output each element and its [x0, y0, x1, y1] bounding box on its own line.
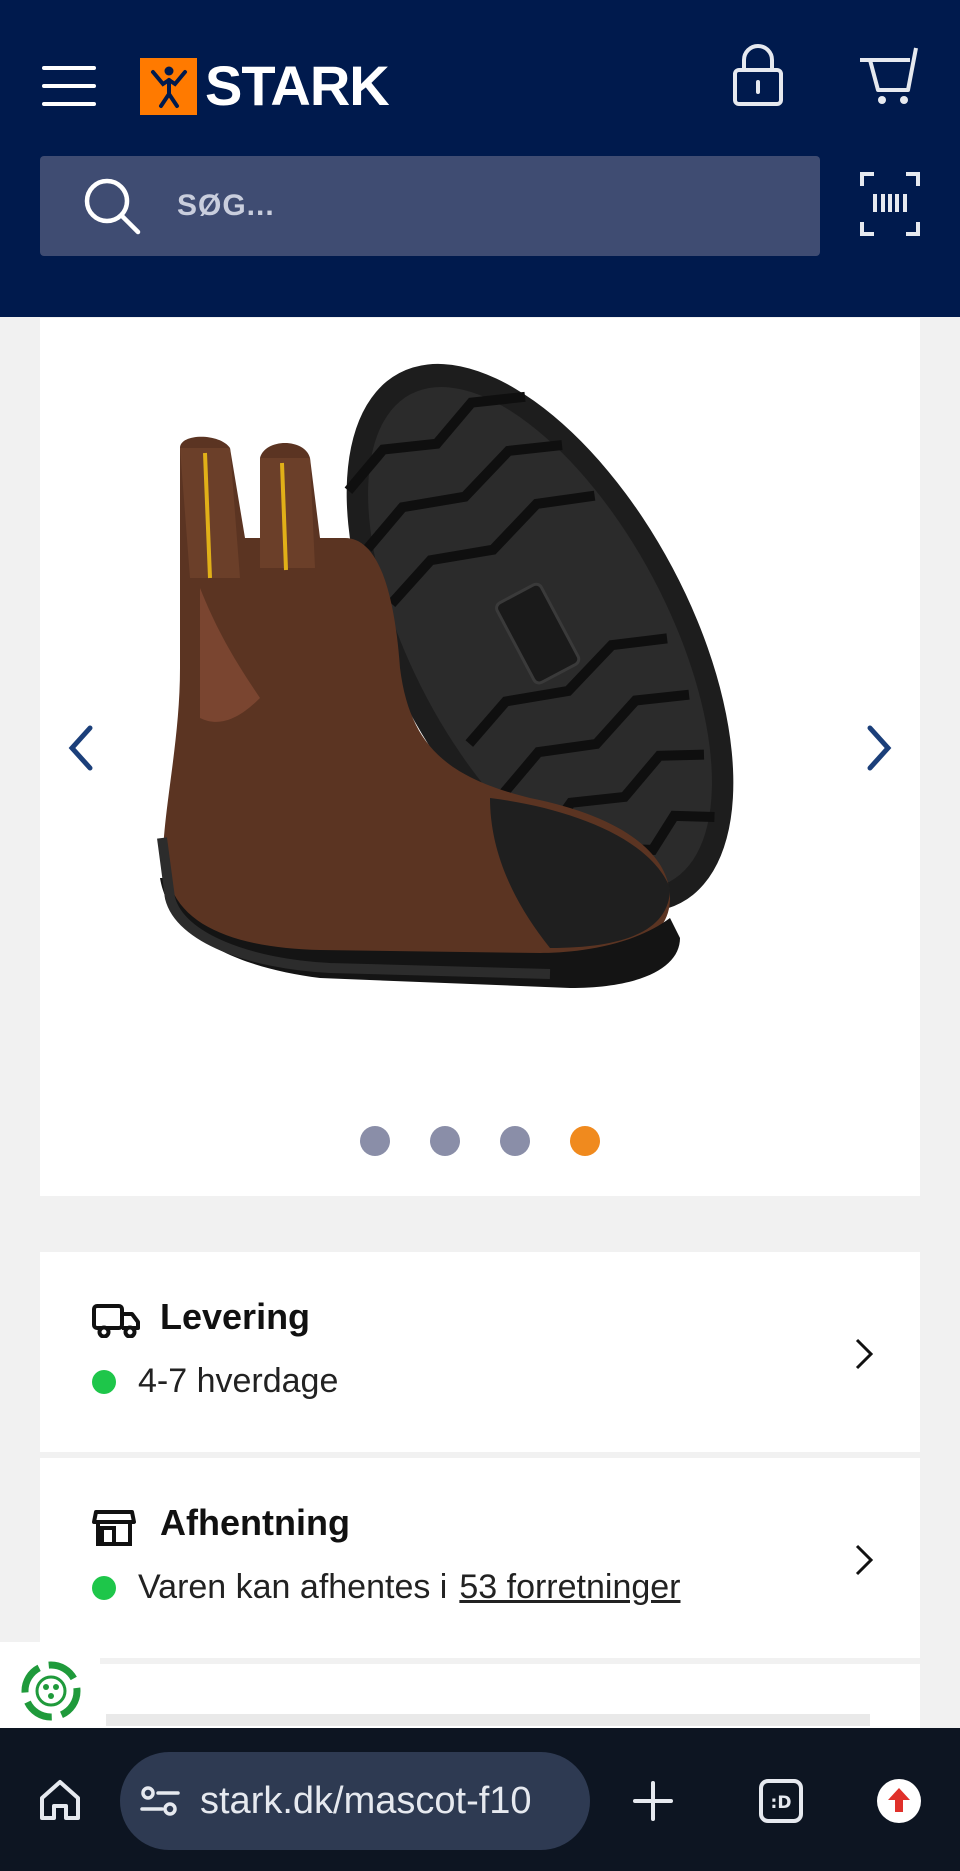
- url-bar[interactable]: stark.dk/mascot-f10: [120, 1752, 590, 1850]
- pickup-status-text: Varen kan afhentes i: [138, 1568, 448, 1606]
- next-card: [40, 1664, 920, 1734]
- logo-text: STARK: [205, 54, 390, 117]
- gallery-next-arrow-icon[interactable]: [858, 718, 898, 778]
- tab-switcher-icon[interactable]: :D: [758, 1778, 804, 1829]
- site-settings-icon[interactable]: [140, 1784, 180, 1818]
- truck-icon: [92, 1302, 140, 1343]
- barcode-scan-icon[interactable]: [860, 172, 920, 236]
- update-arrow-icon[interactable]: [876, 1778, 922, 1829]
- pickup-status-dot: [92, 1575, 116, 1600]
- new-tab-plus-icon[interactable]: [632, 1780, 674, 1827]
- pickup-card[interactable]: Afhentning Varen kan afhentes i 53 forre…: [40, 1458, 920, 1658]
- cart-icon[interactable]: [858, 42, 920, 108]
- stores-link[interactable]: 53 forretninger: [459, 1568, 680, 1607]
- chevron-right-icon[interactable]: [852, 1540, 876, 1580]
- gallery-dot[interactable]: [430, 1126, 460, 1156]
- product-gallery: [40, 318, 920, 1196]
- delivery-title: Levering: [160, 1296, 311, 1337]
- pickup-title: Afhentning: [160, 1502, 350, 1543]
- card-divider: [106, 1714, 870, 1726]
- home-icon[interactable]: [36, 1776, 84, 1829]
- search-icon: [82, 176, 141, 235]
- eco-recycle-icon: [21, 1661, 81, 1721]
- gallery-dot[interactable]: [500, 1126, 530, 1156]
- search-bar[interactable]: [40, 156, 820, 256]
- delivery-status: 4-7 hverdage: [92, 1362, 338, 1401]
- pickup-status: Varen kan afhentes i 53 forretninger: [92, 1568, 681, 1607]
- hamburger-menu-icon[interactable]: [42, 62, 98, 110]
- delivery-status-text: 4-7 hverdage: [138, 1362, 339, 1400]
- search-input[interactable]: [177, 181, 737, 231]
- gallery-dots: [40, 1126, 920, 1160]
- store-icon: [92, 1508, 136, 1553]
- delivery-status-dot: [92, 1369, 116, 1394]
- svg-text::D: :D: [771, 1793, 792, 1813]
- gallery-prev-arrow-icon[interactable]: [62, 718, 102, 778]
- lock-icon[interactable]: [730, 42, 786, 108]
- product-image[interactable]: [110, 338, 890, 1058]
- delivery-card[interactable]: Levering 4-7 hverdage: [40, 1252, 920, 1452]
- stark-logo-mark-icon: [140, 57, 197, 115]
- url-text: stark.dk/mascot-f10: [200, 1779, 532, 1822]
- gallery-dot-active[interactable]: [570, 1126, 600, 1156]
- browser-bottom-bar: stark.dk/mascot-f10 :D: [0, 1728, 960, 1871]
- gallery-dot[interactable]: [360, 1126, 390, 1156]
- site-header: STARK: [0, 0, 960, 317]
- chevron-right-icon[interactable]: [852, 1334, 876, 1374]
- stark-logo[interactable]: STARK: [140, 54, 390, 117]
